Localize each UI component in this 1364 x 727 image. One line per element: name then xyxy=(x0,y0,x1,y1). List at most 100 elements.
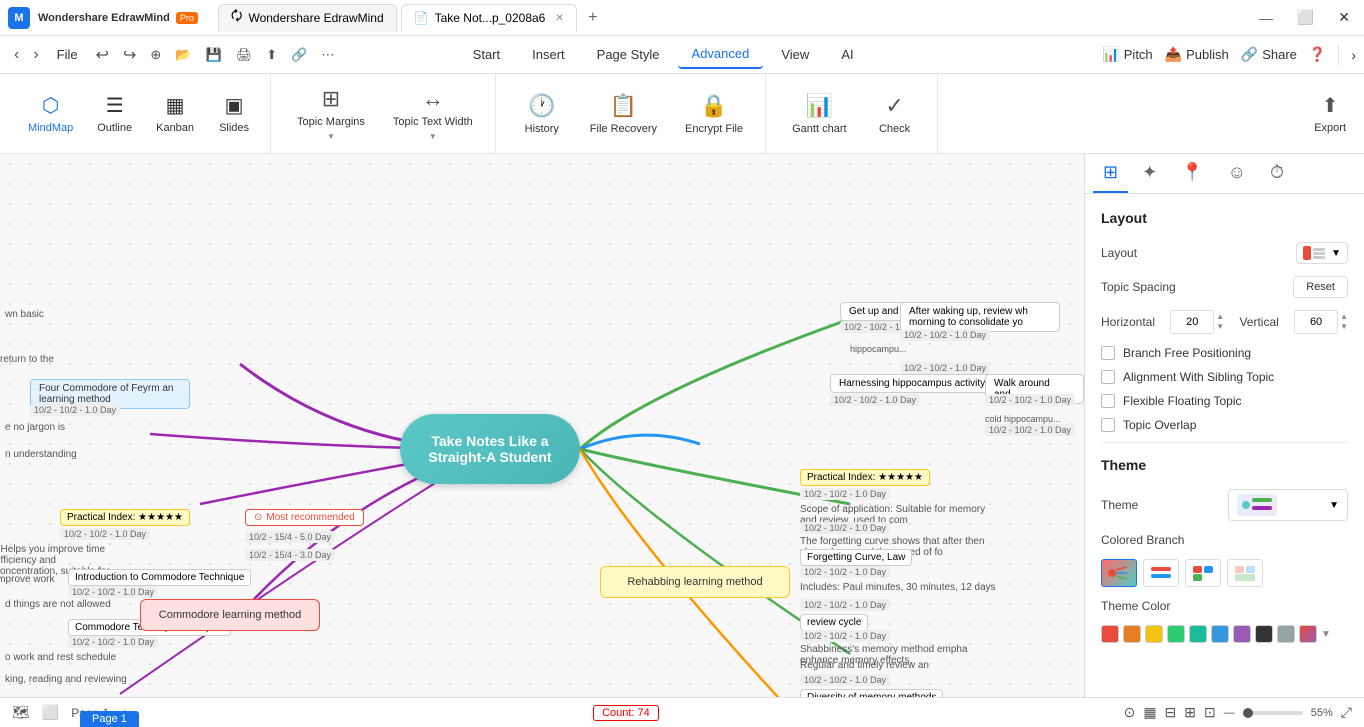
share-action-button[interactable]: 🔗 xyxy=(285,43,313,67)
alignment-sibling-checkbox[interactable] xyxy=(1101,370,1115,384)
node-practical-index-right[interactable]: Practical Index: ★★★★★ xyxy=(800,469,930,486)
zoom-fit-icon[interactable]: ⊙ xyxy=(1124,704,1136,721)
flexible-floating-checkbox[interactable] xyxy=(1101,394,1115,408)
horizontal-value-field[interactable] xyxy=(1170,310,1214,334)
split-view-icon[interactable]: ⊟ xyxy=(1165,704,1177,721)
menu-tab-advanced[interactable]: Advanced xyxy=(678,40,764,69)
tab-home[interactable]: 🗘 Wondershare EdrawMind xyxy=(218,4,397,32)
node-diversity-memory[interactable]: Diversity of memory methods xyxy=(800,689,943,697)
horizontal-down-arrow[interactable]: ▼ xyxy=(1216,322,1224,332)
node-understanding: n understanding xyxy=(5,449,77,460)
layout-selector[interactable]: ▼ xyxy=(1296,242,1348,264)
fit-page-icon[interactable]: ⊡ xyxy=(1204,704,1216,721)
fullscreen-toggle-icon[interactable]: ⤢ xyxy=(1341,704,1352,721)
branch-opt-1[interactable] xyxy=(1101,559,1137,587)
check-tool[interactable]: ✓ Check xyxy=(865,87,925,141)
branch-opt-3[interactable] xyxy=(1185,559,1221,587)
map-icon[interactable]: 🗺 xyxy=(12,704,30,721)
more-action-button[interactable]: ⋯ xyxy=(315,43,340,67)
panel-tab-face[interactable]: ☺ xyxy=(1218,154,1256,193)
mindmap-tool[interactable]: ⬡ MindMap xyxy=(20,89,81,138)
vertical-up-arrow[interactable]: ▲ xyxy=(1340,312,1348,322)
window-close-icon[interactable]: ✕ xyxy=(1332,9,1356,26)
zoom-out-button[interactable]: — xyxy=(1224,707,1235,719)
undo-button[interactable]: ↩ xyxy=(90,41,115,69)
branch-free-checkbox[interactable] xyxy=(1101,346,1115,360)
pitch-button[interactable]: 📊 Pitch xyxy=(1102,46,1152,63)
tab-doc[interactable]: 📄 Take Not...p_0208a6 ✕ xyxy=(401,4,577,32)
redo-button[interactable]: ↪ xyxy=(117,41,142,69)
color-swatch-blue[interactable] xyxy=(1211,625,1229,643)
open-folder-button[interactable]: 📂 xyxy=(169,43,197,67)
zoom-slider[interactable] xyxy=(1243,711,1303,715)
slides-tool[interactable]: ▣ Slides xyxy=(210,89,258,138)
color-swatch-teal[interactable] xyxy=(1189,625,1207,643)
tab-add-button[interactable]: + xyxy=(581,6,605,30)
topic-text-width-tool[interactable]: ↔ Topic Text Width ▼ xyxy=(383,80,483,147)
help-button[interactable]: ❓ xyxy=(1309,46,1326,63)
menu-tab-insert[interactable]: Insert xyxy=(518,41,579,68)
theme-selector[interactable]: ▼ xyxy=(1228,489,1348,521)
node-intro-commodore[interactable]: Introduction to Commodore Technique xyxy=(68,569,251,586)
panel-tab-style[interactable]: ✦ xyxy=(1132,154,1167,193)
color-more-button[interactable]: ▼ xyxy=(1321,625,1331,643)
panel-tab-layout[interactable]: ⊞ xyxy=(1093,154,1128,193)
node-commodore-main[interactable]: Commodore learning method xyxy=(140,599,320,631)
gantt-chart-tool[interactable]: 📊 Gantt chart xyxy=(782,87,856,141)
panel-tab-pin[interactable]: 📍 xyxy=(1171,154,1213,193)
vertical-down-arrow[interactable]: ▼ xyxy=(1340,322,1348,332)
history-tool[interactable]: 🕐 History xyxy=(512,87,572,141)
encrypt-file-tool[interactable]: 🔒 Encrypt File xyxy=(675,87,753,141)
node-morning-consolidate[interactable]: After waking up, review wh morning to co… xyxy=(900,302,1060,332)
new-button[interactable]: ⊕ xyxy=(144,43,167,67)
active-page-tab[interactable]: Page 1 xyxy=(80,711,139,727)
color-swatch-red[interactable] xyxy=(1101,625,1119,643)
mind-map-canvas[interactable]: wn basic return to the Four Commodore of… xyxy=(0,154,1084,697)
back-button[interactable]: ‹ xyxy=(8,42,25,68)
node-review-cycle[interactable]: review cycle xyxy=(800,614,868,631)
export-button[interactable]: ⬆ Export xyxy=(1304,74,1356,153)
export-action-button[interactable]: ⬆ xyxy=(260,43,283,67)
forward-button[interactable]: › xyxy=(27,42,44,68)
save-button[interactable]: 💾 xyxy=(200,43,228,67)
topic-overlap-checkbox[interactable] xyxy=(1101,418,1115,432)
color-swatch-dark[interactable] xyxy=(1255,625,1273,643)
collapse-panel-button[interactable]: › xyxy=(1351,47,1356,63)
file-menu[interactable]: File xyxy=(47,43,88,66)
node-harnessing[interactable]: Harnessing hippocampus activity xyxy=(830,374,994,393)
vertical-value-field[interactable] xyxy=(1294,310,1338,334)
color-swatch-dropdown[interactable] xyxy=(1299,625,1317,643)
count-badge[interactable]: Count: 74 xyxy=(593,705,659,721)
fullscreen-icon[interactable]: ⬜ xyxy=(42,704,59,721)
outline-tool[interactable]: ☰ Outline xyxy=(89,89,140,138)
menu-tab-start[interactable]: Start xyxy=(459,41,514,68)
menu-tab-ai[interactable]: AI xyxy=(827,41,867,68)
color-swatch-green[interactable] xyxy=(1167,625,1185,643)
horizontal-up-arrow[interactable]: ▲ xyxy=(1216,312,1224,322)
tab-close-icon[interactable]: ✕ xyxy=(555,13,563,24)
file-recovery-tool[interactable]: 📋 File Recovery xyxy=(580,87,667,141)
print-button[interactable]: 🖨 xyxy=(230,43,259,67)
window-maximize-icon[interactable]: ⬜ xyxy=(1291,9,1320,26)
window-minimize-icon[interactable]: — xyxy=(1253,10,1279,26)
color-swatch-gray[interactable] xyxy=(1277,625,1295,643)
share-button[interactable]: 🔗 Share xyxy=(1241,46,1297,63)
panel-tab-clock[interactable]: ⏱ xyxy=(1260,154,1294,193)
color-swatch-yellow[interactable] xyxy=(1145,625,1163,643)
topic-margins-tool[interactable]: ⊞ Topic Margins ▼ xyxy=(287,80,375,147)
grid-view-icon[interactable]: ▦ xyxy=(1143,704,1156,721)
branch-opt-4[interactable] xyxy=(1227,559,1263,587)
node-rehabbing[interactable]: Rehabbing learning method xyxy=(600,566,790,598)
color-swatch-orange[interactable] xyxy=(1123,625,1141,643)
menu-tab-page-style[interactable]: Page Style xyxy=(583,41,674,68)
central-node[interactable]: Take Notes Like aStraight-A Student xyxy=(400,414,580,484)
reset-button[interactable]: Reset xyxy=(1293,276,1348,298)
node-forgetting-law[interactable]: Forgetting Curve, Law xyxy=(800,549,912,566)
focus-view-icon[interactable]: ⊞ xyxy=(1184,704,1196,721)
color-swatch-purple[interactable] xyxy=(1233,625,1251,643)
node-practical-index-left[interactable]: Practical Index: ★★★★★ xyxy=(60,509,190,526)
kanban-tool[interactable]: ▦ Kanban xyxy=(148,89,202,138)
menu-tab-view[interactable]: View xyxy=(767,41,823,68)
publish-button[interactable]: 📤 Publish xyxy=(1165,46,1229,63)
branch-opt-2[interactable] xyxy=(1143,559,1179,587)
